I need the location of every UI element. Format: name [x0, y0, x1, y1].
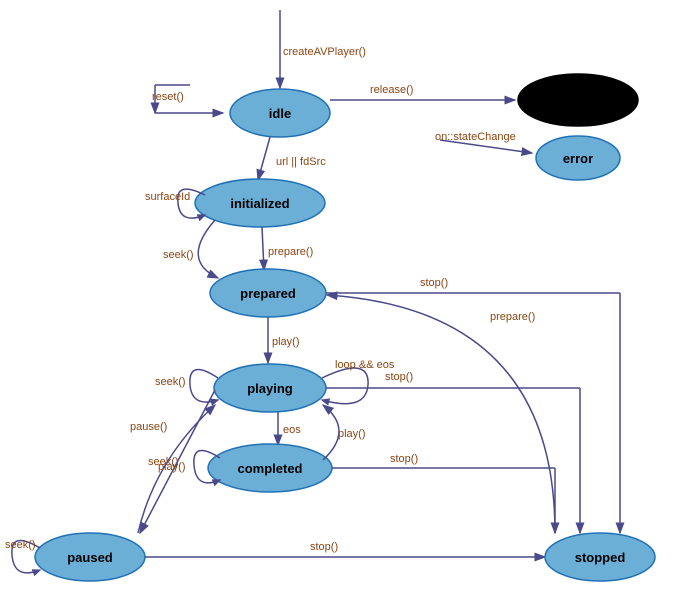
label-stop-prepared: stop() [420, 277, 448, 289]
label-prepare-stopped: prepare() [490, 311, 535, 323]
arrow-play-completed [323, 405, 339, 460]
label-stopped: stopped [575, 550, 626, 565]
label-paused: paused [67, 550, 113, 565]
label-play-prep: play() [272, 336, 300, 348]
arrow-seek-init [198, 220, 218, 278]
arrow-prepare-init [262, 227, 264, 270]
label-initialized: initialized [230, 196, 289, 211]
label-prepared: prepared [240, 286, 296, 301]
arrow-prepare-stopped [327, 295, 555, 533]
label-prepare-init: prepare() [268, 246, 313, 258]
label-stop-paused: stop() [310, 541, 338, 553]
label-seek-init: seek() [163, 249, 194, 261]
label-eos: eos [283, 424, 301, 436]
label-seek-paused: seek() [5, 539, 36, 551]
label-release: release() [370, 84, 413, 96]
label-error: error [563, 151, 593, 166]
label-url: url || fdSrc [276, 156, 326, 168]
label-stop-completed: stop() [390, 453, 418, 465]
label-seek-playing: seek() [155, 376, 186, 388]
label-pause: pause() [130, 421, 167, 433]
label-idle: idle [269, 106, 291, 121]
label-stop-playing: stop() [385, 371, 413, 383]
label-play-completed: play() [338, 428, 366, 440]
label-released: released [552, 93, 605, 108]
label-reset: reset() [152, 91, 184, 103]
label-statechange: on::stateChange [435, 131, 516, 143]
label-playing: playing [247, 381, 293, 396]
arrow-url [258, 137, 270, 180]
label-play-paused: play() [158, 461, 186, 473]
label-create: createAVPlayer() [283, 46, 366, 58]
label-surfaceid: surfaceId [145, 191, 190, 203]
label-loop-eos: loop && eos [335, 359, 395, 371]
label-completed: completed [237, 461, 302, 476]
arrow-loop-eos [322, 368, 368, 404]
